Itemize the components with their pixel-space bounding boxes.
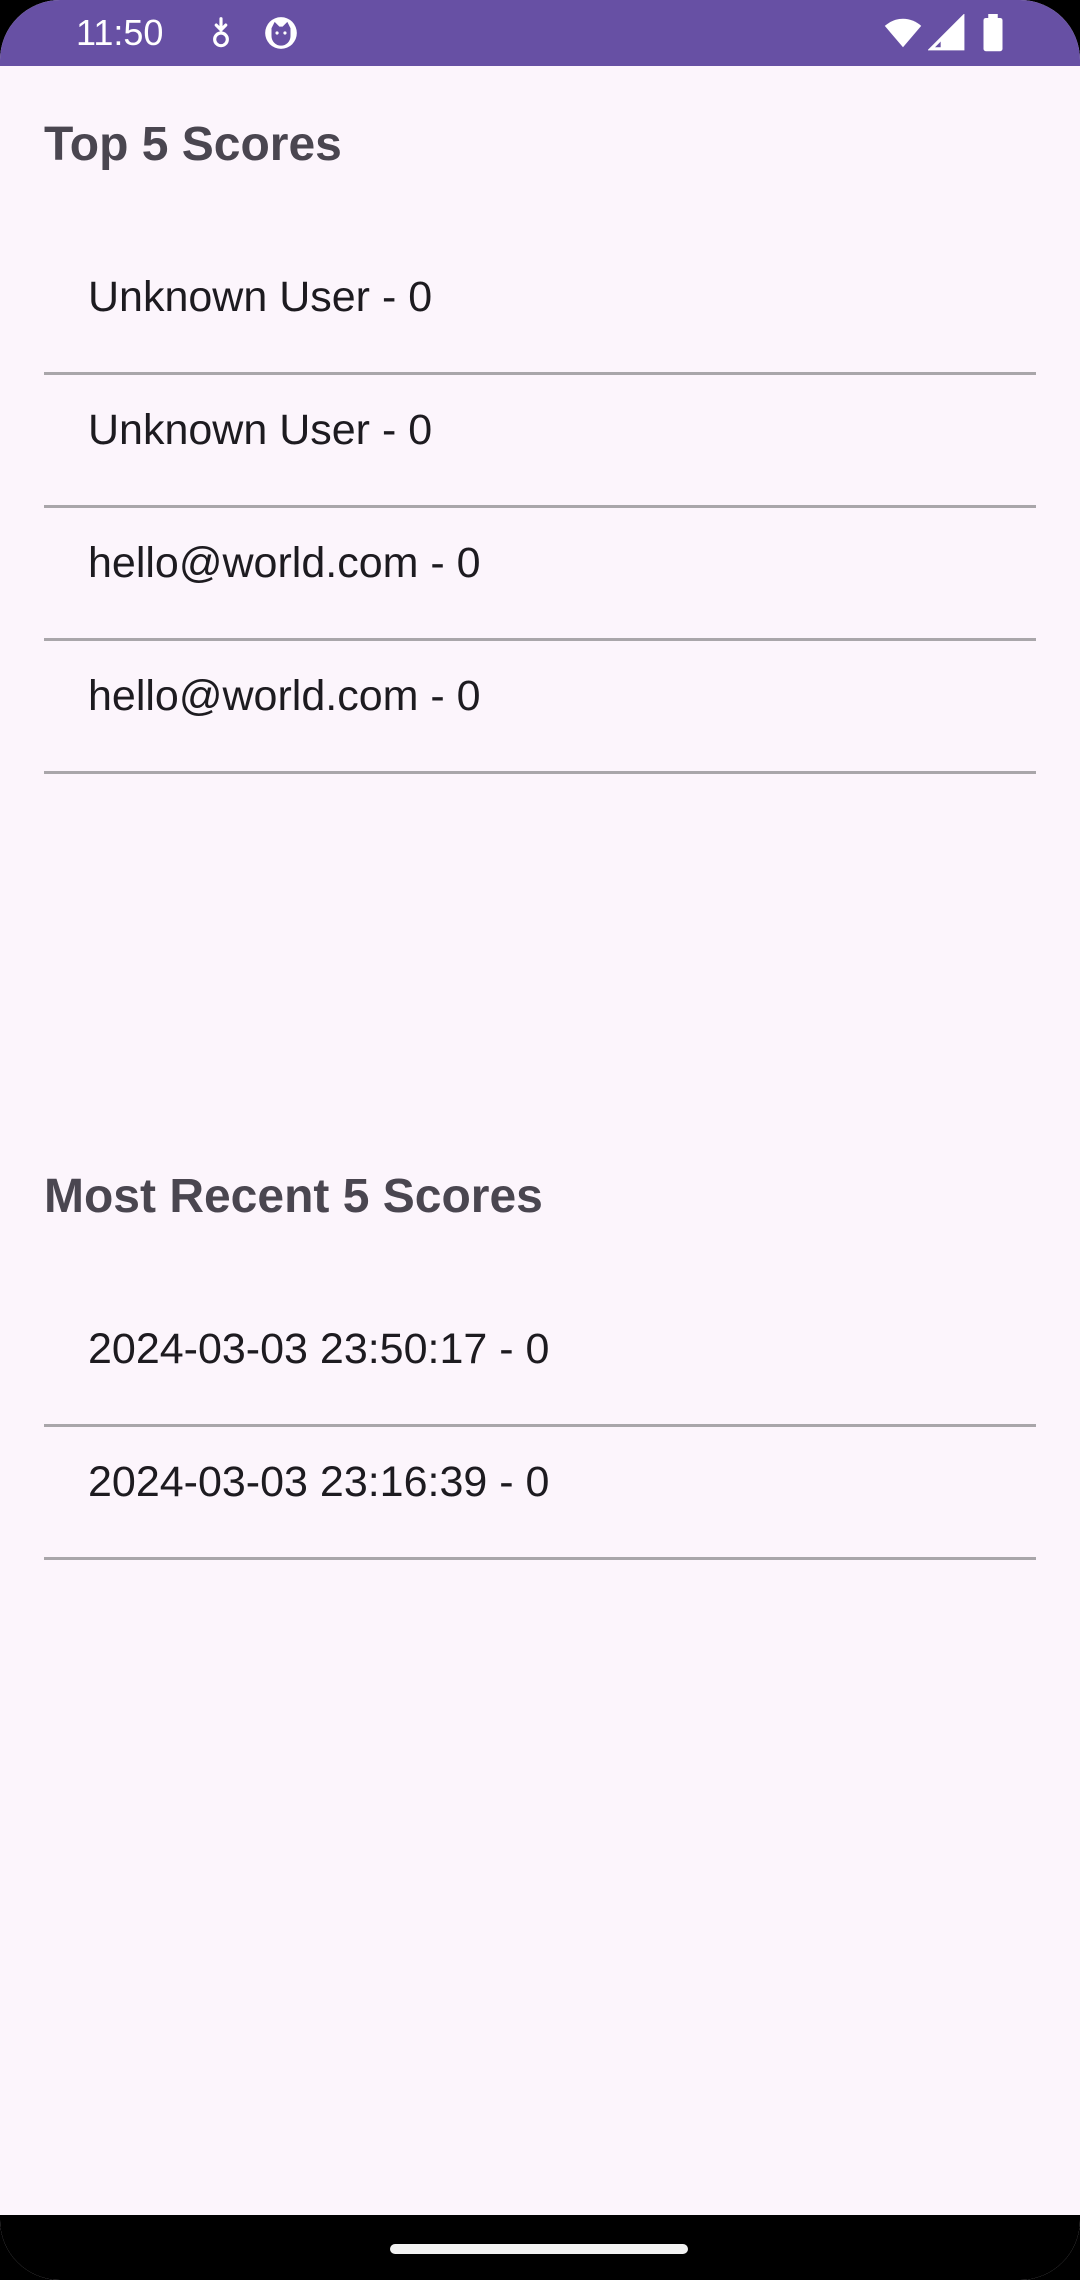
status-time: 11:50 [76, 12, 164, 53]
top-scores-title: Top 5 Scores [44, 118, 342, 171]
wifi-icon [882, 14, 924, 52]
recent-scores-list[interactable]: 2024-03-03 23:50:17 - 0 2024-03-03 23:16… [44, 1294, 1036, 1560]
list-item[interactable]: Unknown User - 0 [44, 242, 1036, 375]
status-bar: 11:50 [0, 0, 1080, 66]
cat-app-notification-icon [262, 14, 300, 52]
list-item[interactable]: Unknown User - 0 [44, 375, 1036, 508]
recent-scores-title: Most Recent 5 Scores [44, 1170, 543, 1223]
list-item-label: hello@world.com - 0 [88, 539, 481, 587]
download-notification-icon [202, 14, 240, 52]
cell-signal-icon [928, 14, 966, 52]
list-item-label: 2024-03-03 23:16:39 - 0 [88, 1458, 550, 1506]
list-item[interactable]: 2024-03-03 23:16:39 - 0 [44, 1427, 1036, 1560]
list-item-label: 2024-03-03 23:50:17 - 0 [88, 1325, 550, 1373]
list-item-label: hello@world.com - 0 [88, 672, 481, 720]
list-item[interactable]: hello@world.com - 0 [44, 508, 1036, 641]
list-item-label: Unknown User - 0 [88, 406, 433, 454]
navigation-bar [0, 2215, 1080, 2280]
top-scores-list[interactable]: Unknown User - 0 Unknown User - 0 hello@… [44, 242, 1036, 774]
list-item[interactable]: 2024-03-03 23:50:17 - 0 [44, 1294, 1036, 1427]
list-item[interactable]: hello@world.com - 0 [44, 641, 1036, 774]
home-gesture-handle[interactable] [390, 2244, 688, 2254]
list-item-label: Unknown User - 0 [88, 273, 433, 321]
battery-icon [978, 14, 1008, 52]
app-screen: 11:50 Top 5 Scores Unknown User - 0 Unkn… [0, 0, 1080, 2280]
